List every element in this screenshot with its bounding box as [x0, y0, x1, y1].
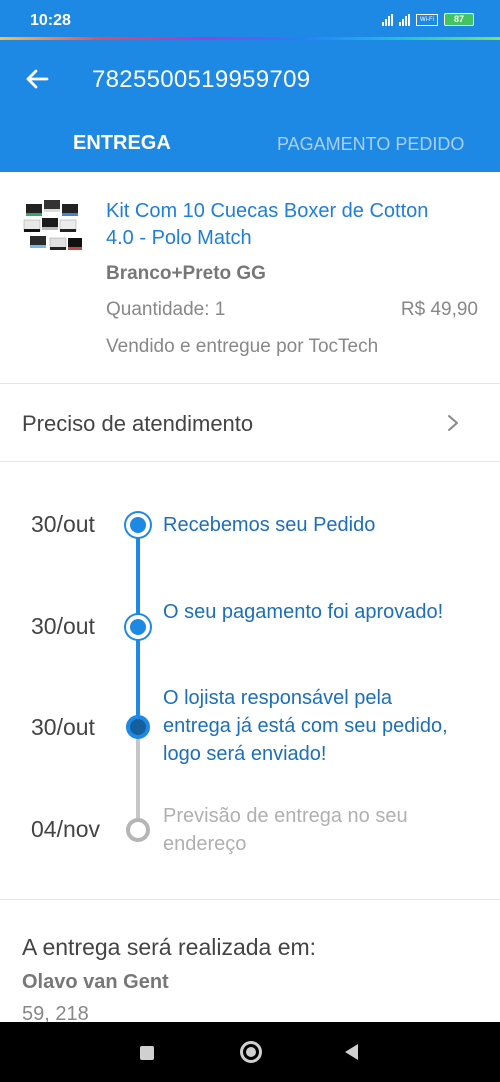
- signal-icon-2: [399, 13, 410, 26]
- recent-apps-button[interactable]: [140, 1046, 154, 1060]
- status-icons: Wi-Fi 87: [382, 13, 474, 26]
- product-variant: Branco+Preto GG: [106, 263, 266, 284]
- product-title[interactable]: Kit Com 10 Cuecas Boxer de Cotton 4.0 - …: [106, 198, 436, 252]
- product-price: R$ 49,90: [400, 299, 478, 320]
- system-navigation-bar: [0, 1022, 500, 1082]
- timeline-dot-done: [126, 513, 150, 537]
- product-seller: Vendido e entregue por TocTech: [106, 336, 379, 357]
- delivery-section: A entrega será realizada em: Olavo van G…: [0, 900, 500, 1022]
- delivery-recipient: Olavo van Gent: [22, 971, 169, 993]
- timeline-step-text: Recebemos seu Pedido: [163, 514, 376, 536]
- timeline-date: 30/out: [31, 714, 95, 740]
- order-timeline: 30/out Recebemos seu Pedido 30/out O seu…: [0, 462, 500, 900]
- timeline-line-pending: [136, 729, 140, 829]
- chevron-right-icon: [448, 415, 458, 431]
- order-number-title: 7825500519959709: [92, 66, 311, 93]
- delivery-title: A entrega será realizada em:: [22, 934, 317, 960]
- timeline-step-text: O lojista responsável pela entrega já es…: [163, 687, 448, 765]
- timeline-date: 30/out: [31, 613, 95, 639]
- timeline-date: 04/nov: [31, 816, 101, 842]
- tab-pagamento-pedido[interactable]: PAGAMENTO PEDIDO: [277, 134, 464, 155]
- product-quantity: Quantidade: 1: [106, 299, 226, 320]
- support-row[interactable]: Preciso de atendimento: [0, 384, 500, 462]
- wifi-icon: Wi-Fi: [416, 13, 438, 26]
- delivery-address: 59, 218: [22, 1003, 89, 1022]
- status-time: 10:28: [30, 12, 71, 29]
- timeline-step-text: Previsão de entrega no seu endereço: [163, 805, 408, 855]
- system-back-button[interactable]: [345, 1044, 358, 1060]
- signal-icon: [382, 13, 393, 26]
- battery-icon: 87: [444, 13, 474, 26]
- tab-entrega[interactable]: ENTREGA: [73, 132, 171, 155]
- timeline-step-text: O seu pagamento foi aprovado!: [163, 601, 444, 623]
- timeline-date: 30/out: [31, 511, 95, 537]
- back-button[interactable]: [20, 62, 54, 96]
- arrow-left-icon: [26, 69, 49, 89]
- home-button[interactable]: [240, 1041, 262, 1063]
- timeline-dot-pending: [126, 818, 150, 842]
- timeline-dot-done: [126, 615, 150, 639]
- timeline-dot-current: [126, 715, 150, 739]
- app-bar: 7825500519959709 ENTREGA PAGAMENTO PEDID…: [0, 40, 500, 172]
- support-label: Preciso de atendimento: [22, 411, 254, 436]
- status-bar: 10:28 Wi-Fi 87: [0, 0, 500, 38]
- product-card[interactable]: Kit Com 10 Cuecas Boxer de Cotton 4.0 - …: [0, 172, 500, 384]
- product-image: [20, 196, 86, 262]
